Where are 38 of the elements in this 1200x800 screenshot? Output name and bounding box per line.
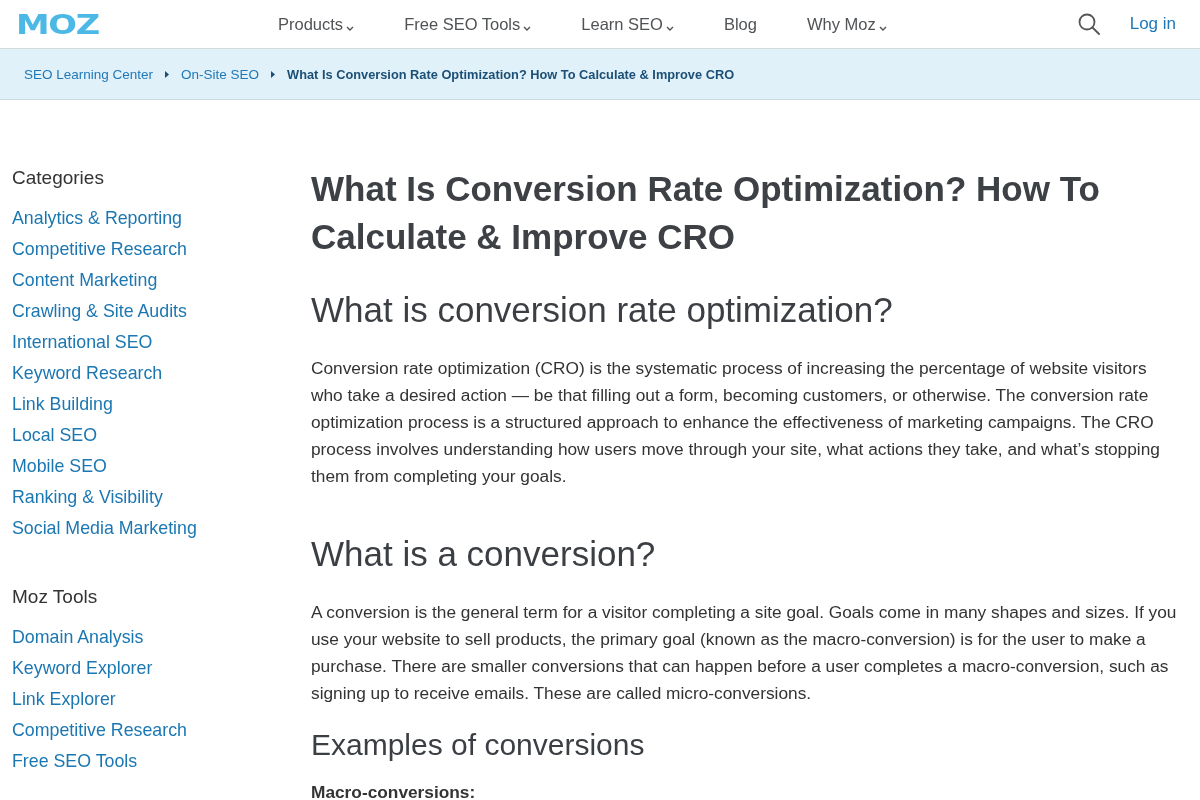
nav-link[interactable]: Learn SEO bbox=[581, 14, 674, 34]
caret-right-icon bbox=[165, 70, 170, 78]
sidebar-heading: Categories bbox=[12, 166, 105, 190]
section-heading: What is conversion rate optimization? bbox=[311, 289, 894, 331]
sidebar-link[interactable]: Crawling & Site Audits bbox=[12, 296, 187, 327]
paragraph: A conversion is the general term for a visitor completing a site goal. Goals come in many shapes and sizes. If you use your website to sell products, the primary goal (known as the macro-conversion) is for the user to make a purchase. There are smaller conversions that can happen before a user completes a macro-conversion, such as signing up to receive emails. These are called micro-conversions. bbox=[311, 601, 1177, 705]
bold-label: Macro-conversions: bbox=[311, 781, 477, 800]
sidebar-link[interactable]: Free SEO Tools bbox=[12, 746, 138, 777]
subsection-heading: Examples of conversions bbox=[311, 727, 646, 763]
nav-link[interactable]: Why Moz bbox=[806, 14, 887, 34]
sidebar-link[interactable]: Mobile SEO bbox=[12, 451, 107, 482]
sidebar-link[interactable]: Competitive Research bbox=[12, 234, 187, 265]
sidebar-link[interactable]: Competitive Research bbox=[12, 715, 187, 746]
sidebar-link[interactable]: Link Explorer bbox=[12, 684, 116, 715]
sidebar-link[interactable]: Keyword Research bbox=[12, 358, 163, 389]
breadcrumb-link[interactable]: On-Site SEO bbox=[181, 66, 260, 82]
sidebar-link[interactable]: Ranking & Visibility bbox=[12, 482, 163, 513]
search-icon bbox=[1077, 13, 1100, 35]
login-link[interactable]: Log in bbox=[1129, 14, 1176, 34]
nav-link[interactable]: Products bbox=[278, 14, 355, 34]
sidebar-link[interactable]: Analytics & Reporting bbox=[12, 203, 182, 234]
sidebar-link[interactable]: Content Marketing bbox=[12, 265, 158, 296]
sidebar-link[interactable]: Keyword Explorer bbox=[12, 653, 153, 684]
breadcrumb-link[interactable]: What Is Conversion Rate Optimization? How To Calculate & Improve CRO bbox=[287, 66, 735, 82]
nav-link[interactable]: Blog bbox=[723, 14, 757, 34]
sidebar-link[interactable]: Social Media Marketing bbox=[12, 513, 197, 544]
sidebar-heading: Moz Tools bbox=[12, 585, 99, 609]
sidebar-link[interactable]: Link Building bbox=[12, 389, 113, 420]
paragraph: Conversion rate optimization (CRO) is the systematic process of increasing the percentage of website visitors who take a desired action — be that filling out a form, becoming customers, or otherwise. The conversion rate optimization process is a structured approach to enhance the effectiveness of marketing campaigns. The CRO process involves understanding how users move through your site, what actions they take, and what’s stopping them from completing your goals. bbox=[311, 357, 1161, 488]
sidebar-link[interactable]: International SEO bbox=[12, 327, 153, 358]
nav-link[interactable]: Free SEO Tools bbox=[404, 14, 532, 34]
search-button[interactable] bbox=[1077, 13, 1100, 35]
sidebar-link[interactable]: Domain Analysis bbox=[12, 622, 144, 653]
article-title: What Is Conversion Rate Optimization? How To Calculate & Improve CRO bbox=[311, 168, 1101, 258]
sidebar-link[interactable]: Local SEO bbox=[12, 420, 97, 451]
caret-right-icon bbox=[271, 70, 276, 78]
breadcrumb-link[interactable]: SEO Learning Center bbox=[24, 66, 154, 82]
section-heading: What is a conversion? bbox=[311, 533, 657, 575]
